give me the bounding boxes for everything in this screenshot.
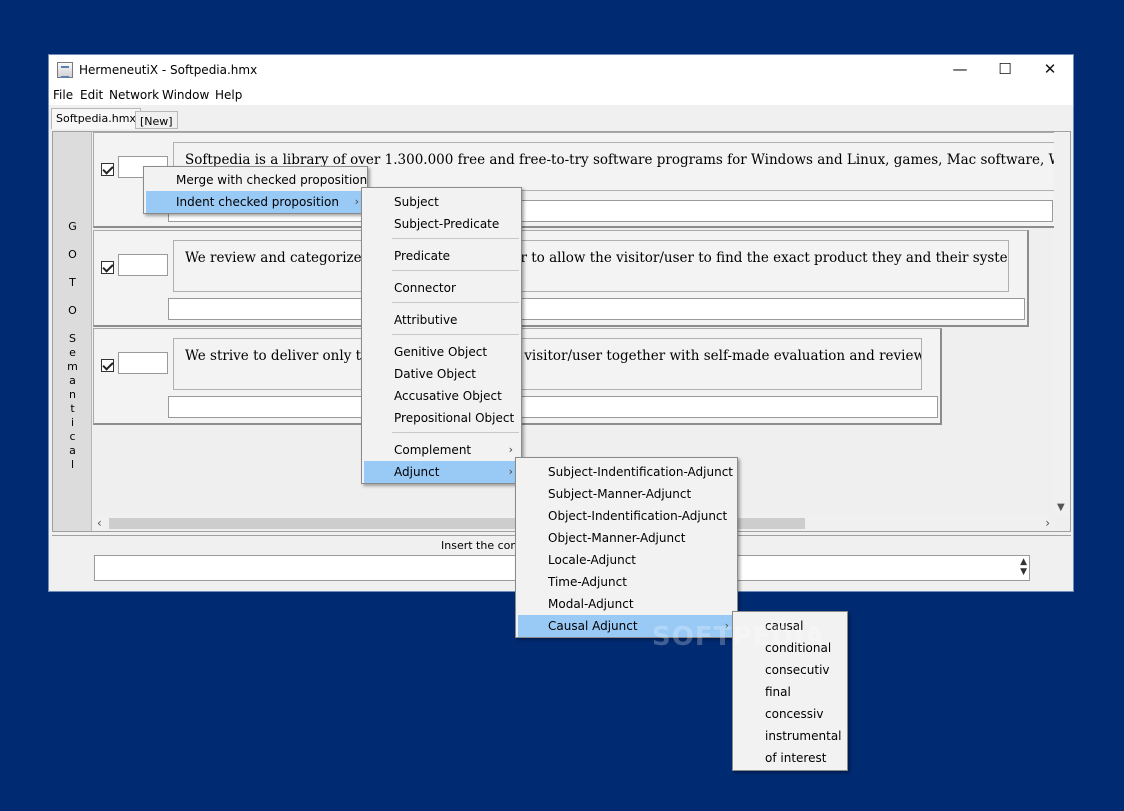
proposition-number-field[interactable] — [118, 352, 168, 374]
menu-item-time-adjunct[interactable]: Time-Adjunct — [518, 571, 735, 593]
document-tabs: Softpedia.hmx [New] — [49, 105, 1073, 129]
menu-separator — [392, 432, 519, 433]
menu-item-of-interest[interactable]: of interest — [735, 747, 845, 769]
menu-file[interactable]: File — [53, 88, 73, 102]
spinner-arrows-icon[interactable]: ▲ ▼ — [1020, 557, 1027, 577]
menu-item-complement-label: Complement — [394, 443, 472, 457]
app-icon — [57, 62, 73, 78]
proposition-text[interactable]: We review and categorize these products … — [173, 240, 1009, 292]
go-to-semantical-button[interactable]: G O T O S e m a n t i c a l — [53, 132, 92, 531]
menu-item-attributive[interactable]: Attributive — [364, 309, 519, 331]
menu-item-accusative-object[interactable]: Accusative Object — [364, 385, 519, 407]
menu-item-subject-identification-adjunct[interactable]: Subject-Indentification-Adjunct — [518, 461, 735, 483]
menu-item-complement[interactable]: Complement › — [364, 439, 519, 461]
role-submenu: Subject Subject-Predicate Predicate Conn… — [361, 187, 522, 484]
menu-item-final[interactable]: final — [735, 681, 845, 703]
menu-item-subject-predicate[interactable]: Subject-Predicate — [364, 213, 519, 235]
tab-softpedia[interactable]: Softpedia.hmx — [51, 108, 141, 129]
menu-item-indent-label: Indent checked proposition — [176, 195, 339, 209]
submenu-arrow-icon: › — [508, 465, 513, 478]
menu-separator — [392, 238, 519, 239]
context-menu: Merge with checked proposition Indent ch… — [143, 166, 368, 214]
scroll-left-arrow-icon[interactable]: ‹ — [97, 516, 102, 530]
adjunct-submenu: Subject-Indentification-Adjunct Subject-… — [515, 457, 738, 638]
watermark: SOFTPEDIA — [652, 622, 826, 652]
translation-field[interactable] — [168, 298, 1025, 320]
menu-item-causal-adjunct-label: Causal Adjunct — [548, 619, 638, 633]
proposition-text[interactable]: We strive to deliver only the best produ… — [173, 338, 922, 390]
menu-item-subject[interactable]: Subject — [364, 191, 519, 213]
menu-separator — [392, 270, 519, 271]
scroll-down-arrow-icon[interactable]: ▼ — [1057, 502, 1065, 513]
menu-item-merge[interactable]: Merge with checked proposition — [146, 169, 367, 191]
proposition-number-field[interactable] — [118, 254, 168, 276]
menu-item-connector[interactable]: Connector — [364, 277, 519, 299]
menu-edit[interactable]: Edit — [80, 88, 103, 102]
menu-item-concessiv[interactable]: concessiv — [735, 703, 845, 725]
menu-bar: File Edit Network Window Help — [49, 85, 1073, 105]
minimize-button[interactable]: — — [937, 55, 983, 85]
menu-item-locale-adjunct[interactable]: Locale-Adjunct — [518, 549, 735, 571]
menu-window[interactable]: Window — [162, 88, 209, 102]
window-title: HermeneutiX - Softpedia.hmx — [79, 63, 258, 77]
scroll-right-arrow-icon[interactable]: › — [1045, 516, 1050, 530]
vertical-scrollbar[interactable]: ▼ — [1054, 132, 1070, 515]
proposition-checkbox[interactable] — [101, 359, 114, 372]
proposition-checkbox[interactable] — [101, 163, 114, 176]
menu-item-predicate[interactable]: Predicate — [364, 245, 519, 267]
proposition-checkbox[interactable] — [101, 261, 114, 274]
title-bar[interactable]: HermeneutiX - Softpedia.hmx — ☐ ✕ — [49, 55, 1073, 85]
menu-item-object-identification-adjunct[interactable]: Object-Indentification-Adjunct — [518, 505, 735, 527]
menu-item-prepositional-object[interactable]: Prepositional Object — [364, 407, 519, 429]
menu-help[interactable]: Help — [215, 88, 242, 102]
proposition-panel: We review and categorize these products … — [93, 230, 1029, 327]
tab-new[interactable]: [New] — [135, 111, 178, 129]
menu-item-adjunct-label: Adjunct — [394, 465, 440, 479]
menu-item-instrumental[interactable]: instrumental — [735, 725, 845, 747]
submenu-arrow-icon: › — [354, 195, 359, 208]
submenu-arrow-icon: › — [508, 443, 513, 456]
menu-item-modal-adjunct[interactable]: Modal-Adjunct — [518, 593, 735, 615]
menu-item-subject-manner-adjunct[interactable]: Subject-Manner-Adjunct — [518, 483, 735, 505]
translation-field[interactable] — [168, 396, 938, 418]
menu-item-consecutiv[interactable]: consecutiv — [735, 659, 845, 681]
menu-item-adjunct[interactable]: Adjunct › — [364, 461, 519, 483]
menu-item-genitive-object[interactable]: Genitive Object — [364, 341, 519, 363]
maximize-button[interactable]: ☐ — [982, 55, 1028, 85]
menu-item-dative-object[interactable]: Dative Object — [364, 363, 519, 385]
menu-item-indent[interactable]: Indent checked proposition › — [146, 191, 365, 213]
go-to-semantical-label: G O T O S e m a n t i c a l — [67, 220, 78, 471]
menu-item-object-manner-adjunct[interactable]: Object-Manner-Adjunct — [518, 527, 735, 549]
close-button[interactable]: ✕ — [1027, 55, 1073, 85]
menu-separator — [392, 334, 519, 335]
menu-network[interactable]: Network — [109, 88, 159, 102]
menu-separator — [392, 302, 519, 303]
